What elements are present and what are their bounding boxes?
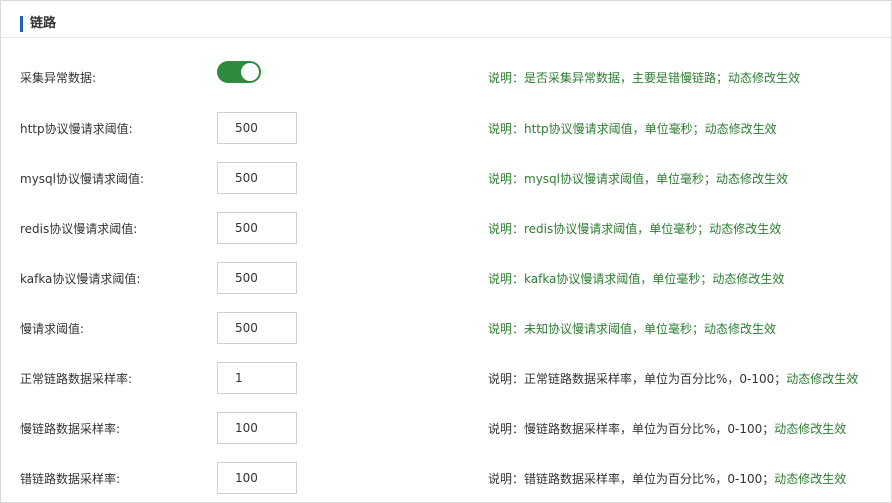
slow-threshold-desc-main: 说明：未知协议慢请求阈值，单位毫秒；动态修改生效 xyxy=(488,322,777,336)
redis-slow-threshold-desc: 说明：redis协议慢请求阈值，单位毫秒；动态修改生效 xyxy=(488,220,781,238)
mysql-slow-threshold-desc-main: 说明：mysql协议慢请求阈值，单位毫秒；动态修改生效 xyxy=(488,172,788,186)
redis-slow-threshold-desc-main: 说明：redis协议慢请求阈值，单位毫秒；动态修改生效 xyxy=(488,222,782,236)
normal-sampling-rate-desc: 说明：正常链路数据采样率，单位为百分比%，0-100；动态修改生效 xyxy=(488,370,858,388)
slow-threshold-row: 慢请求阈值: 说明：未知协议慢请求阈值，单位毫秒；动态修改生效 xyxy=(1,312,891,346)
slow-sampling-rate-desc: 说明：慢链路数据采样率，单位为百分比%，0-100；动态修改生效 xyxy=(488,420,846,438)
kafka-slow-threshold-input[interactable] xyxy=(217,262,297,294)
normal-sampling-rate-row: 正常链路数据采样率: 说明：正常链路数据采样率，单位为百分比%，0-100；动态… xyxy=(1,362,891,396)
link-settings-panel: 链路 采集异常数据: 说明：是否采集异常数据，主要是错慢链路；动态修改生效 ht… xyxy=(0,0,892,503)
slow-sampling-rate-label: 慢链路数据采样率: xyxy=(20,422,121,436)
section-header: 链路 xyxy=(1,1,891,38)
slow-sampling-rate-desc-note: 动态修改生效 xyxy=(774,422,847,436)
normal-sampling-rate-label: 正常链路数据采样率: xyxy=(20,372,133,386)
slow-threshold-label: 慢请求阈值: xyxy=(20,322,85,336)
error-sampling-rate-desc-note: 动态修改生效 xyxy=(774,472,847,486)
slow-sampling-rate-desc-main: 说明：慢链路数据采样率，单位为百分比%，0-100； xyxy=(488,422,775,436)
http-slow-threshold-label: http协议慢请求阈值: xyxy=(20,122,133,136)
section-title: 链路 xyxy=(30,16,57,31)
toggle-knob xyxy=(241,63,259,81)
slow-sampling-rate-input[interactable] xyxy=(217,412,297,444)
error-sampling-rate-label: 错链路数据采样率: xyxy=(20,472,121,486)
mysql-slow-threshold-desc: 说明：mysql协议慢请求阈值，单位毫秒；动态修改生效 xyxy=(488,170,788,188)
redis-slow-threshold-label: redis协议慢请求阈值: xyxy=(20,222,138,236)
http-slow-threshold-desc: 说明：http协议慢请求阈值，单位毫秒；动态修改生效 xyxy=(488,120,777,138)
normal-sampling-rate-desc-note: 动态修改生效 xyxy=(786,372,859,386)
error-sampling-rate-desc-main: 说明：错链路数据采样率，单位为百分比%，0-100； xyxy=(488,472,775,486)
collect-abnormal-label: 采集异常数据: xyxy=(20,71,97,85)
kafka-slow-threshold-row: kafka协议慢请求阈值: 说明：kafka协议慢请求阈值，单位毫秒；动态修改生… xyxy=(1,262,891,296)
normal-sampling-rate-desc-main: 说明：正常链路数据采样率，单位为百分比%，0-100； xyxy=(488,372,787,386)
mysql-slow-threshold-label: mysql协议慢请求阈值: xyxy=(20,172,145,186)
mysql-slow-threshold-input[interactable] xyxy=(217,162,297,194)
error-sampling-rate-row: 错链路数据采样率: 说明：错链路数据采样率，单位为百分比%，0-100；动态修改… xyxy=(1,462,891,496)
collect-abnormal-row: 采集异常数据: 说明：是否采集异常数据，主要是错慢链路；动态修改生效 xyxy=(1,61,891,95)
kafka-slow-threshold-desc: 说明：kafka协议慢请求阈值，单位毫秒；动态修改生效 xyxy=(488,270,784,288)
slow-threshold-desc: 说明：未知协议慢请求阈值，单位毫秒；动态修改生效 xyxy=(488,320,776,338)
collect-abnormal-desc: 说明：是否采集异常数据，主要是错慢链路；动态修改生效 xyxy=(488,71,801,85)
section-accent-bar xyxy=(20,16,23,32)
slow-threshold-input[interactable] xyxy=(217,312,297,344)
http-slow-threshold-desc-main: 说明：http协议慢请求阈值，单位毫秒；动态修改生效 xyxy=(488,122,777,136)
slow-sampling-rate-row: 慢链路数据采样率: 说明：慢链路数据采样率，单位为百分比%，0-100；动态修改… xyxy=(1,412,891,446)
error-sampling-rate-input[interactable] xyxy=(217,462,297,494)
collect-abnormal-toggle[interactable] xyxy=(217,61,261,83)
mysql-slow-threshold-row: mysql协议慢请求阈值: 说明：mysql协议慢请求阈值，单位毫秒；动态修改生… xyxy=(1,162,891,196)
redis-slow-threshold-row: redis协议慢请求阈值: 说明：redis协议慢请求阈值，单位毫秒；动态修改生… xyxy=(1,212,891,246)
normal-sampling-rate-input[interactable] xyxy=(217,362,297,394)
kafka-slow-threshold-desc-main: 说明：kafka协议慢请求阈值，单位毫秒；动态修改生效 xyxy=(488,272,785,286)
error-sampling-rate-desc: 说明：错链路数据采样率，单位为百分比%，0-100；动态修改生效 xyxy=(488,470,846,488)
redis-slow-threshold-input[interactable] xyxy=(217,212,297,244)
http-slow-threshold-input[interactable] xyxy=(217,112,297,144)
http-slow-threshold-row: http协议慢请求阈值: 说明：http协议慢请求阈值，单位毫秒；动态修改生效 xyxy=(1,112,891,146)
kafka-slow-threshold-label: kafka协议慢请求阈值: xyxy=(20,272,141,286)
